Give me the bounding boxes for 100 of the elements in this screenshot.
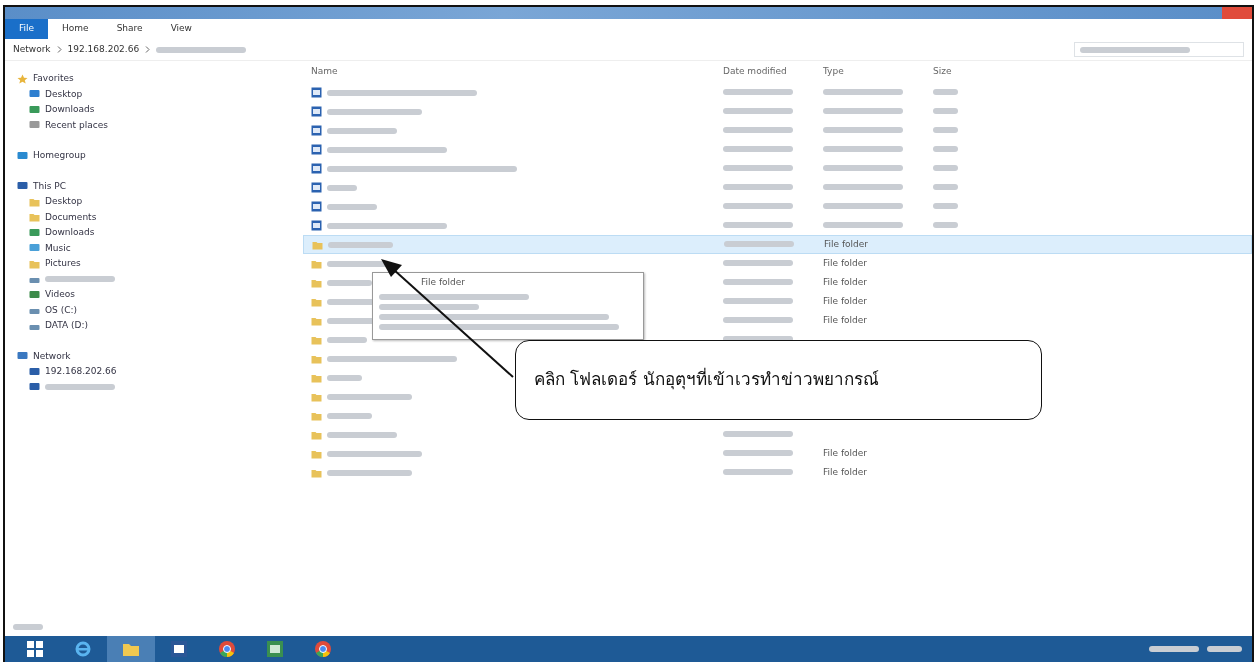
date-blurred (723, 183, 793, 190)
folder-icon (311, 315, 322, 326)
file-name-blurred (327, 260, 387, 267)
nav-item[interactable]: OS (C:) (45, 303, 77, 317)
file-name-blurred (327, 127, 397, 134)
folder-icon (311, 296, 322, 307)
spreadsheet-app-icon (266, 640, 284, 658)
folder-icon (311, 258, 322, 269)
windows-icon (27, 641, 43, 657)
selected-file-row[interactable]: File folder (303, 235, 1252, 254)
date-blurred (723, 221, 793, 228)
date-blurred (723, 145, 793, 152)
table-cell: File folder (823, 257, 868, 268)
column-header[interactable]: Size (933, 65, 993, 79)
tooltip-text: File folder (421, 276, 466, 289)
folder-icon (311, 372, 322, 383)
document-icon (311, 182, 322, 193)
size-blurred (933, 183, 958, 190)
nav-item[interactable]: Desktop (45, 87, 83, 101)
nav-item[interactable]: Downloads (45, 103, 95, 117)
folder-icon (311, 391, 322, 402)
nav-item[interactable]: Network (33, 349, 71, 363)
ribbon-tab[interactable]: Home (48, 19, 103, 39)
chevron-icon (145, 46, 151, 53)
folder-icon (312, 239, 323, 250)
date-blurred (723, 164, 793, 171)
size-blurred (933, 202, 958, 209)
date-blurred (723, 259, 793, 266)
nav-item[interactable]: Homegroup (33, 149, 86, 163)
nav-item[interactable]: 192.168.202.66 (45, 365, 117, 379)
file-name-blurred (327, 203, 377, 210)
search-field[interactable] (1074, 42, 1244, 57)
nav-item[interactable]: Downloads (45, 226, 95, 240)
ribbon-tab[interactable]: View (156, 19, 206, 39)
size-blurred (933, 145, 958, 152)
date-blurred (723, 107, 793, 114)
nav-item[interactable]: Videos (45, 288, 75, 302)
column-header[interactable]: Name (303, 65, 723, 79)
size-blurred (933, 164, 958, 171)
size-blurred (933, 221, 958, 228)
file-name-blurred (328, 241, 393, 248)
size-blurred (933, 107, 958, 114)
file-name-blurred (327, 431, 397, 438)
file-name-blurred (327, 412, 372, 419)
nav-item[interactable]: Documents (45, 210, 97, 224)
folder-icon (311, 277, 322, 288)
size-blurred (933, 126, 958, 133)
browser-icon (314, 640, 332, 658)
table-cell: File folder (823, 314, 868, 325)
nav-item[interactable]: Recent places (45, 118, 108, 132)
document-icon (311, 220, 322, 231)
date-blurred (723, 316, 793, 323)
folder-icon (311, 353, 322, 364)
document-app-icon (170, 640, 188, 658)
table-cell: File folder (823, 447, 868, 458)
column-header[interactable]: Type (823, 65, 933, 79)
nav-item-blurred (45, 384, 115, 391)
nav-item[interactable]: Music (45, 241, 71, 255)
document-icon (311, 106, 322, 117)
document-icon (311, 144, 322, 155)
breadcrumb-item[interactable]: Network (13, 42, 51, 57)
browser-icon (218, 640, 236, 658)
date-blurred (723, 430, 793, 437)
ribbon-tab[interactable]: File (5, 19, 49, 39)
table-cell: File folder (823, 276, 868, 287)
table-cell: File folder (823, 295, 868, 306)
clock-blurred (1207, 646, 1242, 652)
folder-icon (311, 448, 322, 459)
nav-item-blurred (45, 276, 115, 283)
table-cell: File folder (824, 238, 869, 249)
date-blurred (723, 126, 793, 133)
star-icon (17, 73, 28, 84)
nav-item[interactable]: Favorites (33, 72, 74, 86)
column-header[interactable]: Date modified (723, 65, 823, 79)
date-blurred (723, 449, 793, 456)
file-name-blurred (327, 184, 357, 191)
breadcrumb-item[interactable]: 192.168.202.66 (67, 42, 140, 57)
folder-icon (29, 212, 40, 223)
document-icon (311, 87, 322, 98)
file-name-blurred (327, 374, 362, 381)
folder-icon (311, 467, 322, 478)
nav-item[interactable]: DATA (D:) (45, 319, 89, 333)
document-icon (311, 163, 322, 174)
date-blurred (723, 278, 793, 285)
date-blurred (723, 297, 793, 304)
nav-item[interactable]: Desktop (45, 195, 83, 209)
nav-item[interactable]: This PC (33, 179, 66, 193)
nav-item[interactable]: Pictures (45, 257, 81, 271)
ribbon-tab[interactable]: Share (102, 19, 157, 39)
folder-icon (29, 258, 40, 269)
file-name-blurred (327, 279, 372, 286)
document-icon (311, 201, 322, 212)
file-name-blurred (327, 336, 367, 343)
status-text-blurred (13, 624, 43, 630)
date-blurred (723, 468, 793, 475)
tray-icons-blurred (1149, 646, 1199, 652)
browser-icon (74, 640, 92, 658)
document-icon (311, 125, 322, 136)
folder-icon (29, 196, 40, 207)
folder-icon (311, 429, 322, 440)
